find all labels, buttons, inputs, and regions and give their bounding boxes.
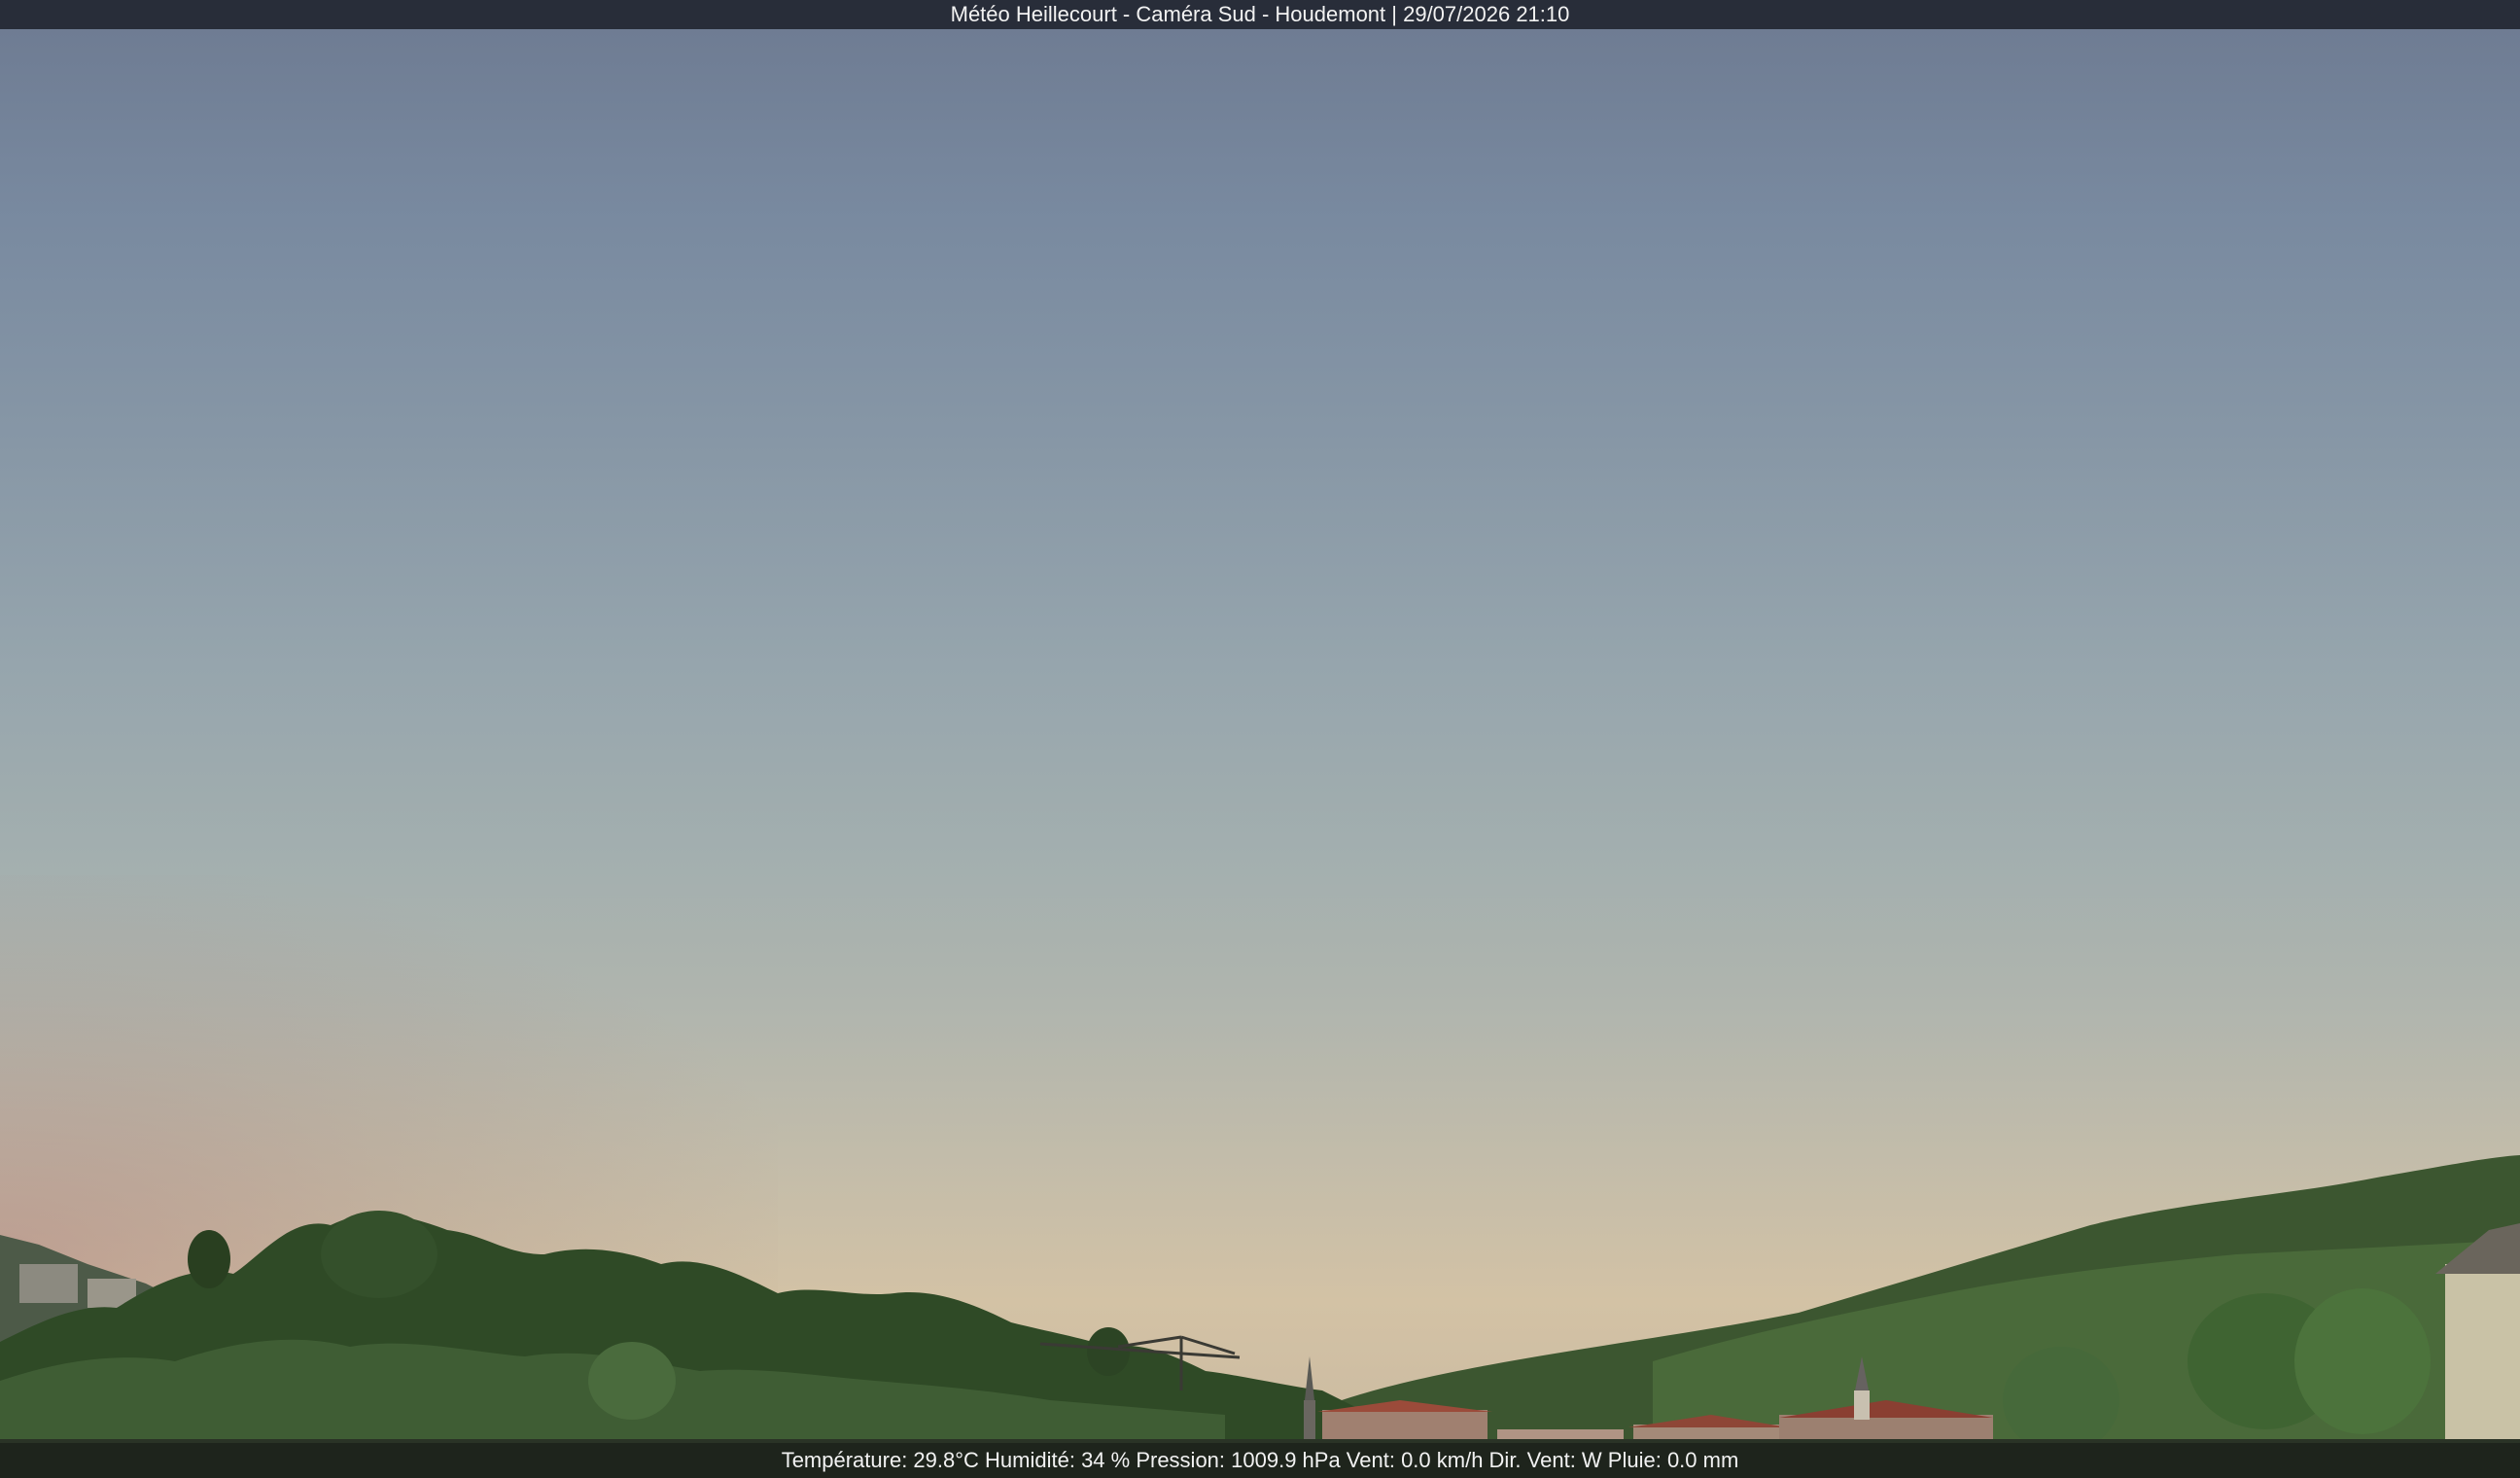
tree: [321, 1211, 438, 1298]
landscape: [0, 1155, 2520, 1478]
tree: [588, 1342, 676, 1420]
tree: [2003, 1347, 2119, 1454]
church-spire: [1305, 1356, 1314, 1400]
church-tower: [1854, 1390, 1870, 1420]
left-house: [19, 1264, 78, 1303]
tree: [188, 1230, 230, 1288]
weather-readings: Température: 29.8°C Humidité: 34 % Press…: [781, 1448, 1739, 1472]
tree: [2294, 1288, 2431, 1434]
tree: [1087, 1327, 1130, 1376]
right-house: [2445, 1264, 2520, 1449]
title-overlay: Météo Heillecourt - Caméra Sud - Houdemo…: [0, 0, 2520, 29]
church-tower: [1304, 1400, 1315, 1439]
weather-overlay: Température: 29.8°C Humidité: 34 % Press…: [0, 1443, 2520, 1478]
camera-title: Météo Heillecourt - Caméra Sud - Houdemo…: [950, 2, 1570, 26]
webcam-frame: Météo Heillecourt - Caméra Sud - Houdemo…: [0, 0, 2520, 1478]
